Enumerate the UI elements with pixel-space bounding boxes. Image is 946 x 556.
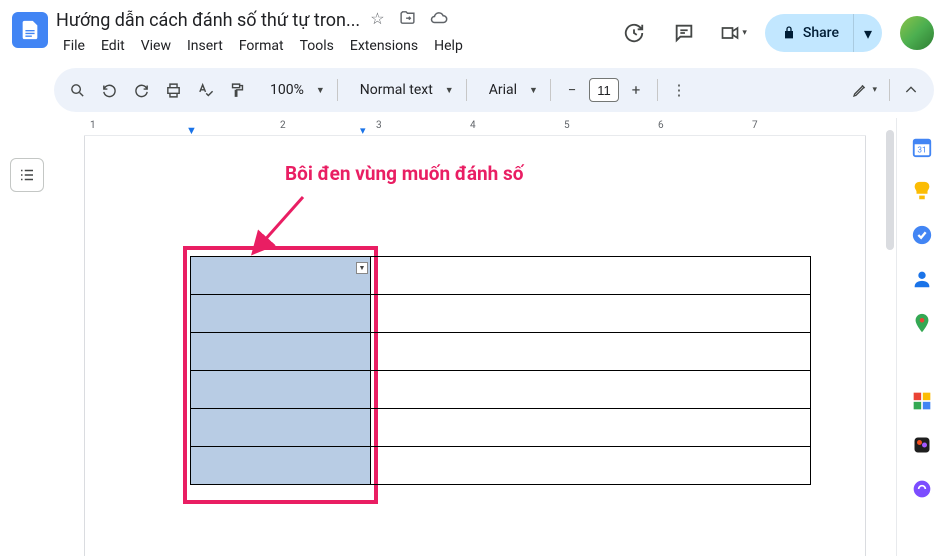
header-main: Hướng dẫn cách đánh số thứ tự tron... ☆ … [56,8,608,58]
share-dropdown-icon[interactable]: ▾ [853,14,882,52]
font-size-input[interactable] [589,78,619,102]
separator [550,79,551,101]
table-row[interactable] [191,371,811,409]
menu-insert[interactable]: Insert [180,34,230,58]
separator [337,79,338,101]
annotation-text: Bôi đen vùng muốn đánh số [285,162,524,185]
table-cell[interactable] [371,371,811,409]
calendar-icon[interactable]: 31 [911,136,933,158]
meet-icon[interactable]: ▾ [716,15,751,51]
comments-icon[interactable] [666,15,702,51]
font-size-increase[interactable]: + [621,75,651,105]
annotation-arrow-icon [253,192,313,256]
menu-bar: File Edit View Insert Format Tools Exten… [56,34,608,58]
app-icon[interactable] [911,434,933,456]
ruler-mark: 7 [752,120,758,131]
share-label: Share [803,25,839,41]
separator [889,79,890,101]
search-icon[interactable] [62,75,92,105]
maps-icon[interactable] [911,312,933,334]
table-row[interactable] [191,295,811,333]
table-cell[interactable] [371,257,811,295]
menu-edit[interactable]: Edit [94,34,132,58]
table-cell-selected[interactable] [191,371,371,409]
horizontal-ruler[interactable]: 1 ▼ 2 ▾ 3 4 5 6 7 [84,118,866,136]
contacts-icon[interactable] [911,268,933,290]
collapse-icon[interactable] [896,75,926,105]
undo-icon[interactable] [94,75,124,105]
document-table[interactable] [190,256,811,485]
share-button[interactable]: Share ▾ [765,14,882,52]
ruler-mark: 5 [564,120,570,131]
document-page[interactable]: Bôi đen vùng muốn đánh số ▼ [84,136,866,556]
document-title[interactable]: Hướng dẫn cách đánh số thứ tự tron... [56,10,360,31]
more-icon[interactable]: ⋮ [664,75,694,105]
workspace: 1 ▼ 2 ▾ 3 4 5 6 7 Bôi đen vùng muốn đánh… [0,118,946,556]
menu-format[interactable]: Format [232,34,291,58]
move-icon[interactable] [399,9,416,31]
ruler-mark: 1 [90,120,96,131]
font-size-decrease[interactable]: − [557,75,587,105]
app-header: Hướng dẫn cách đánh số thứ tự tron... ☆ … [0,0,946,58]
table-cell[interactable] [371,447,811,485]
table-cell-selected[interactable] [191,447,371,485]
ruler-mark: 3 [376,120,382,131]
scroll-thumb[interactable] [886,130,894,250]
table-dropdown-icon[interactable]: ▼ [356,262,368,274]
print-icon[interactable] [158,75,188,105]
table-row[interactable] [191,333,811,371]
menu-view[interactable]: View [134,34,178,58]
paint-format-icon[interactable] [222,75,252,105]
left-gutter [0,118,54,556]
menu-extensions[interactable]: Extensions [343,34,425,58]
toolbar: 100% ▼ Normal text ▼ Arial ▼ − + ⋮ ▾ [54,68,934,112]
table-cell-selected[interactable] [191,333,371,371]
keep-icon[interactable] [911,180,933,202]
table-cell[interactable] [371,409,811,447]
table-cell[interactable] [371,333,811,371]
chevron-down-icon: ▼ [445,85,454,96]
table-cell-selected[interactable] [191,409,371,447]
side-panel: 31 [896,118,946,556]
zoom-value: 100% [264,82,310,98]
document-area: 1 ▼ 2 ▾ 3 4 5 6 7 Bôi đen vùng muốn đánh… [54,118,896,556]
ruler-mark: 6 [658,120,664,131]
table-cell-selected[interactable] [191,295,371,333]
menu-file[interactable]: File [56,34,92,58]
ruler-mark: 4 [470,120,476,131]
chevron-down-icon: ▼ [529,85,538,96]
vertical-scrollbar[interactable] [886,130,896,550]
table-cell[interactable] [371,295,811,333]
font-select[interactable]: Arial ▼ [473,82,544,98]
outline-toggle-icon[interactable] [10,158,44,192]
font-value: Arial [483,82,523,98]
header-actions: ▾ Share ▾ [616,14,934,52]
redo-icon[interactable] [126,75,156,105]
user-avatar[interactable] [900,16,934,50]
svg-text:31: 31 [917,146,926,156]
chevron-down-icon: ▼ [316,85,325,96]
separator [657,79,658,101]
app-icon[interactable] [911,390,933,412]
zoom-select[interactable]: 100% ▼ [254,82,331,98]
table-cell-selected[interactable] [191,257,371,295]
tasks-icon[interactable] [911,224,933,246]
docs-logo-icon[interactable] [12,12,48,48]
table-row[interactable] [191,447,811,485]
star-icon[interactable]: ☆ [370,9,384,31]
spellcheck-icon[interactable] [190,75,220,105]
menu-tools[interactable]: Tools [293,34,341,58]
editing-mode-icon[interactable]: ▾ [846,75,883,105]
app-icon[interactable] [911,478,933,500]
separator [466,79,467,101]
history-icon[interactable] [616,15,652,51]
ruler-mark: 2 [280,120,286,131]
menu-help[interactable]: Help [427,34,470,58]
table-row[interactable] [191,409,811,447]
paragraph-style-select[interactable]: Normal text ▼ [344,82,460,98]
cloud-status-icon[interactable] [430,9,448,31]
style-value: Normal text [354,82,439,98]
table-row[interactable] [191,257,811,295]
